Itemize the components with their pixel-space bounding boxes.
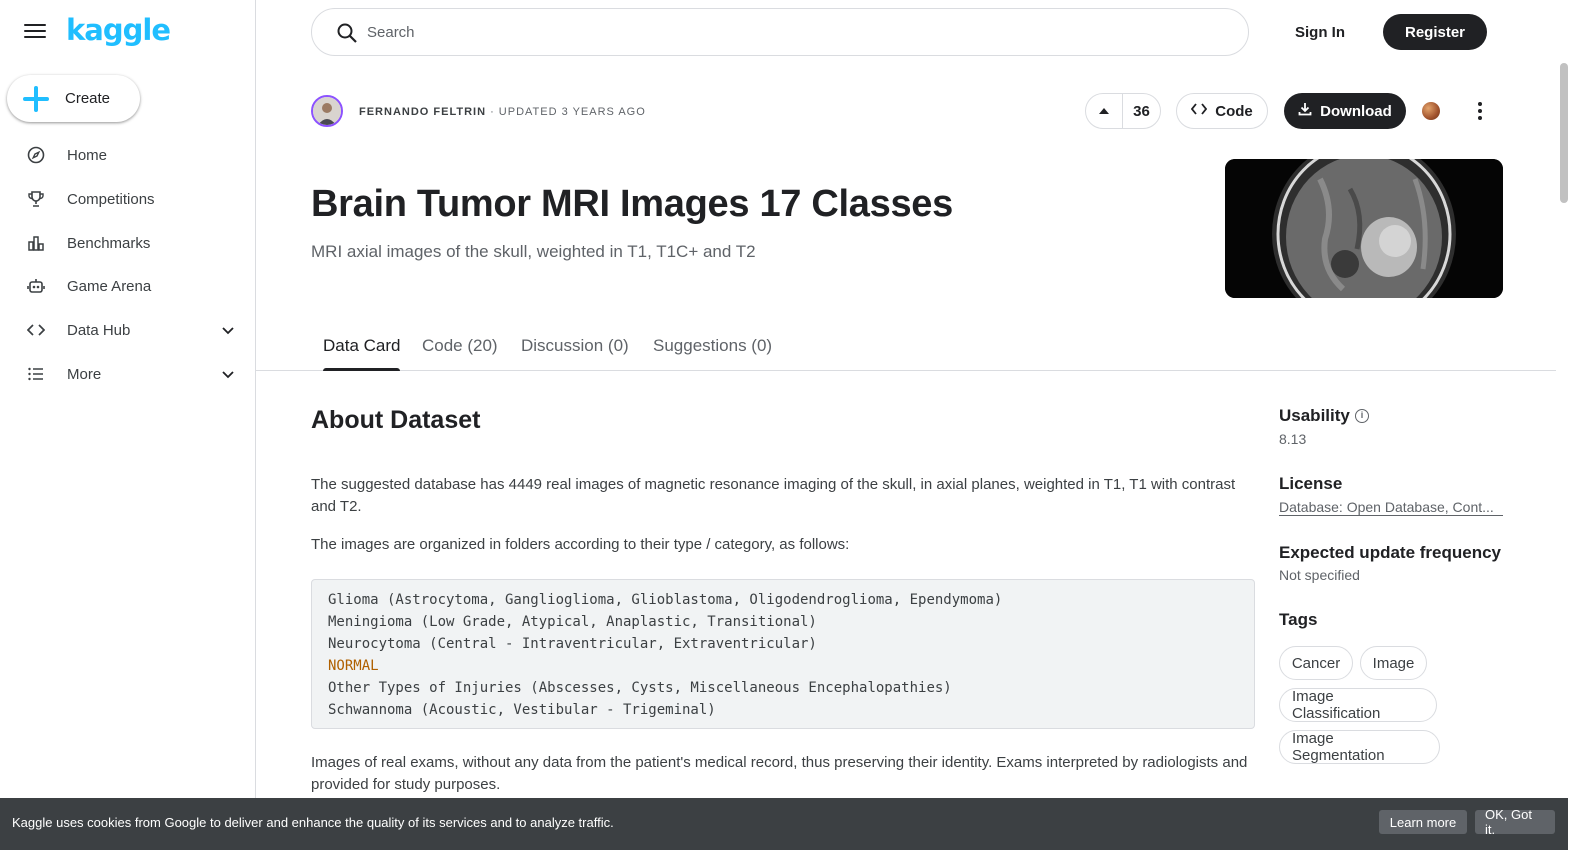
code-line: Neurocytoma (Central - Intraventricular,… bbox=[328, 636, 817, 652]
search-icon bbox=[336, 22, 358, 44]
sign-in-button[interactable]: Sign In bbox=[1283, 14, 1357, 50]
sidebar-item-label: Competitions bbox=[67, 190, 155, 208]
upvote-widget: 36 bbox=[1085, 93, 1161, 129]
kaggle-logo[interactable]: kaggle bbox=[66, 13, 171, 47]
code-label: Code bbox=[1215, 102, 1253, 120]
compass-icon bbox=[26, 145, 46, 165]
page-title: Brain Tumor MRI Images 17 Classes bbox=[311, 183, 953, 225]
robot-icon bbox=[26, 276, 46, 296]
tab-data-card[interactable]: Data Card bbox=[323, 336, 401, 371]
bar-chart-icon bbox=[26, 233, 46, 253]
sidebar-item-label: Data Hub bbox=[67, 321, 131, 339]
download-icon bbox=[1298, 102, 1312, 120]
cookie-message: Kaggle uses cookies from Google to deliv… bbox=[12, 815, 614, 830]
search-input[interactable]: Search bbox=[367, 24, 415, 41]
code-button[interactable]: Code bbox=[1176, 93, 1268, 129]
menu-icon[interactable] bbox=[24, 20, 46, 42]
about-paragraph: The images are organized in folders acco… bbox=[311, 536, 850, 553]
upvote-count: 36 bbox=[1133, 102, 1150, 120]
sidebar-item-game-arena[interactable]: Game Arena bbox=[0, 266, 255, 306]
dataset-tabs: Data Card Code (20) Discussion (0) Sugge… bbox=[256, 330, 1556, 371]
code-icon bbox=[26, 320, 46, 340]
usability-label: Usability bbox=[1279, 406, 1350, 425]
more-options-icon[interactable] bbox=[1470, 99, 1490, 123]
updated-text: · UPDATED 3 YEARS AGO bbox=[490, 106, 646, 118]
license-label: License bbox=[1279, 474, 1343, 493]
scrollbar-thumb[interactable] bbox=[1560, 63, 1568, 203]
page-subtitle: MRI axial images of the skull, weighted … bbox=[311, 242, 756, 261]
sidebar-item-more[interactable]: More bbox=[0, 354, 255, 394]
chevron-down-icon[interactable] bbox=[220, 366, 236, 382]
license-link[interactable]: Database: Open Database, Cont... bbox=[1279, 499, 1503, 516]
tag-chip[interactable]: Image bbox=[1360, 646, 1427, 680]
create-label: Create bbox=[65, 90, 111, 107]
tab-code[interactable]: Code (20) bbox=[422, 336, 498, 370]
sidebar: kaggle Create Home Competitions Benchmar… bbox=[0, 0, 256, 850]
cookie-banner: Kaggle uses cookies from Google to deliv… bbox=[0, 798, 1568, 850]
about-paragraph: Images of real exams, without any data f… bbox=[311, 754, 1248, 793]
ok-got-it-button[interactable]: OK, Got it. bbox=[1475, 807, 1555, 837]
search-bar[interactable]: Search bbox=[311, 8, 1249, 56]
create-button[interactable]: Create bbox=[7, 75, 140, 122]
frequency-label: Expected update frequency bbox=[1279, 543, 1502, 562]
usability-value: 8.13 bbox=[1279, 431, 1307, 447]
sidebar-item-competitions[interactable]: Competitions bbox=[0, 179, 255, 219]
sidebar-item-label: More bbox=[67, 365, 102, 383]
tags-label: Tags bbox=[1279, 610, 1318, 629]
sidebar-item-label: Benchmarks bbox=[67, 234, 151, 252]
avatar[interactable] bbox=[311, 95, 343, 127]
code-line: Meningioma (Low Grade, Atypical, Anaplas… bbox=[328, 614, 817, 630]
tag-chip[interactable]: Cancer bbox=[1279, 646, 1353, 680]
code-icon bbox=[1191, 102, 1208, 120]
plus-icon bbox=[23, 85, 49, 112]
sidebar-item-data-hub[interactable]: Data Hub bbox=[0, 310, 255, 350]
code-line: Other Types of Injuries (Abscesses, Cyst… bbox=[328, 680, 952, 696]
sidebar-item-home[interactable]: Home bbox=[0, 135, 255, 175]
bronze-medal-icon bbox=[1422, 102, 1440, 120]
category-code-block: Glioma (Astrocytoma, Ganglioglioma, Glio… bbox=[311, 579, 1255, 729]
code-line: NORMAL bbox=[328, 658, 379, 674]
tab-suggestions[interactable]: Suggestions (0) bbox=[653, 336, 772, 370]
tab-discussion[interactable]: Discussion (0) bbox=[521, 336, 629, 370]
sidebar-item-label: Game Arena bbox=[67, 277, 152, 295]
frequency-value: Not specified bbox=[1279, 567, 1360, 583]
code-line: Schwannoma (Acoustic, Vestibular - Trige… bbox=[328, 702, 716, 718]
tag-chip[interactable]: Image Classification bbox=[1279, 688, 1437, 722]
upvote-icon[interactable] bbox=[1086, 94, 1123, 128]
learn-more-button[interactable]: Learn more bbox=[1379, 810, 1467, 834]
download-button[interactable]: Download bbox=[1284, 93, 1406, 129]
trophy-icon bbox=[26, 189, 46, 209]
dataset-thumbnail bbox=[1225, 159, 1503, 298]
tag-chip[interactable]: Image Segmentation bbox=[1279, 730, 1440, 764]
download-label: Download bbox=[1320, 102, 1392, 120]
chevron-down-icon[interactable] bbox=[220, 322, 236, 338]
list-icon bbox=[26, 364, 46, 384]
code-line: Glioma (Astrocytoma, Ganglioglioma, Glio… bbox=[328, 592, 1003, 608]
about-heading: About Dataset bbox=[311, 406, 481, 434]
sidebar-item-label: Home bbox=[67, 146, 108, 164]
sidebar-item-benchmarks[interactable]: Benchmarks bbox=[0, 223, 255, 263]
info-icon[interactable]: i bbox=[1355, 409, 1369, 423]
byline: FERNANDO FELTRIN · UPDATED 3 YEARS AGO bbox=[359, 106, 646, 118]
about-paragraph: The suggested database has 4449 real ima… bbox=[311, 476, 1236, 515]
author-name[interactable]: FERNANDO FELTRIN bbox=[359, 106, 486, 118]
register-button[interactable]: Register bbox=[1383, 14, 1487, 50]
